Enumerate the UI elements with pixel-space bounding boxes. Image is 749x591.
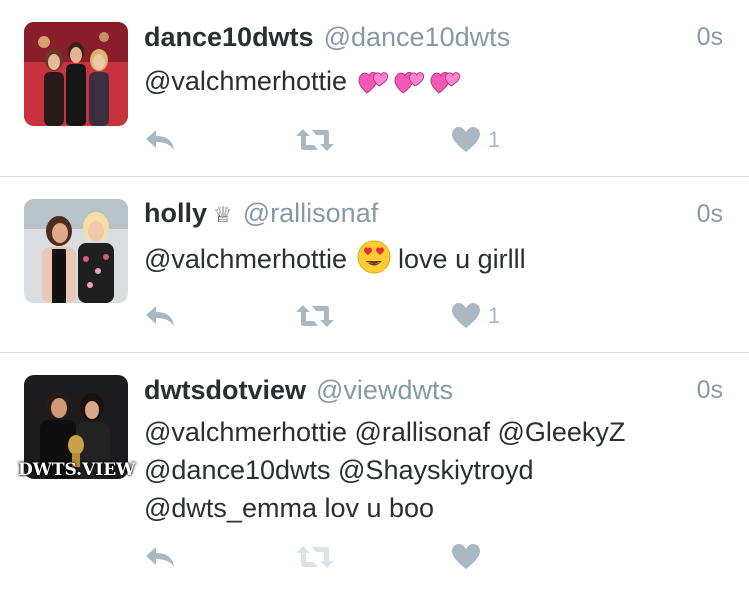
retweet-icon: [296, 129, 334, 151]
like-count: 1: [488, 303, 501, 328]
crown-icon: ♕: [213, 202, 233, 227]
tweet-3[interactable]: DWTS.VIEW dwtsdotview @viewdwts 0s @valch…: [0, 353, 749, 591]
timestamp: 0s: [696, 376, 723, 404]
heart-eyes-emoji: [357, 240, 391, 284]
tweet-text: @valchmerhottie: [144, 62, 724, 106]
user-handle[interactable]: @rallisonaf: [243, 198, 378, 228]
display-name[interactable]: dance10dwts: [144, 22, 314, 52]
tweet-text-line: @valchmerhottie @rallisonaf @GleekyZ: [144, 417, 626, 447]
tweet-2[interactable]: holly ♕ @rallisonaf 0s @valchmerhottie lov…: [0, 177, 749, 352]
retweet-button[interactable]: [296, 298, 334, 334]
retweet-button[interactable]: [296, 122, 334, 158]
heart-icon: [452, 544, 480, 569]
reply-button[interactable]: [144, 122, 176, 158]
like-button[interactable]: 1: [452, 298, 500, 334]
tweet-actions: 1: [144, 122, 544, 158]
tweet-text-line: @dwts_emma lov u boo: [144, 493, 435, 523]
tweet-text-after: love u girlll: [398, 244, 526, 274]
reply-button[interactable]: [144, 298, 176, 334]
timestamp: 0s: [696, 23, 723, 51]
reply-icon: [146, 306, 174, 326]
mention[interactable]: @valchmerhottie: [144, 66, 347, 96]
display-name[interactable]: holly: [144, 198, 207, 228]
avatar[interactable]: [24, 199, 128, 303]
tweet-header: dwtsdotview @viewdwts: [144, 375, 453, 405]
two-hearts-emoji: [393, 66, 427, 106]
tweet-1[interactable]: dance10dwts @dance10dwts 0s @valchmerhott…: [0, 0, 749, 176]
avatar[interactable]: [24, 22, 128, 126]
like-count: 1: [488, 127, 501, 152]
tweet-header: holly ♕ @rallisonaf: [144, 198, 378, 230]
retweet-button: [296, 539, 334, 575]
tweet-text: @valchmerhottie love u girlll: [144, 240, 724, 284]
user-handle[interactable]: @dance10dwts: [324, 22, 511, 52]
display-name[interactable]: dwtsdotview: [144, 375, 306, 405]
tweet-text: @valchmerhottie @rallisonaf @GleekyZ @da…: [144, 413, 724, 527]
tweet-actions: [144, 539, 544, 575]
tweet-actions: 1: [144, 298, 544, 334]
reply-icon: [146, 130, 174, 150]
tweet-text-line: @dance10dwts @Shayskiytroyd: [144, 455, 534, 485]
mention[interactable]: @valchmerhottie: [144, 244, 347, 274]
like-button[interactable]: 1: [452, 122, 500, 158]
timestamp: 0s: [696, 200, 723, 228]
like-button[interactable]: [452, 539, 480, 575]
retweet-icon: [296, 305, 334, 327]
reply-button[interactable]: [144, 539, 176, 575]
retweet-icon: [296, 546, 334, 568]
two-hearts-emoji: [429, 66, 463, 106]
avatar-watermark: DWTS.VIEW: [18, 460, 136, 480]
user-handle[interactable]: @viewdwts: [316, 375, 453, 405]
reply-icon: [146, 547, 174, 567]
heart-icon: [452, 303, 480, 328]
two-hearts-emoji: [357, 66, 391, 106]
heart-icon: [452, 127, 480, 152]
tweet-header: dance10dwts @dance10dwts: [144, 22, 510, 52]
